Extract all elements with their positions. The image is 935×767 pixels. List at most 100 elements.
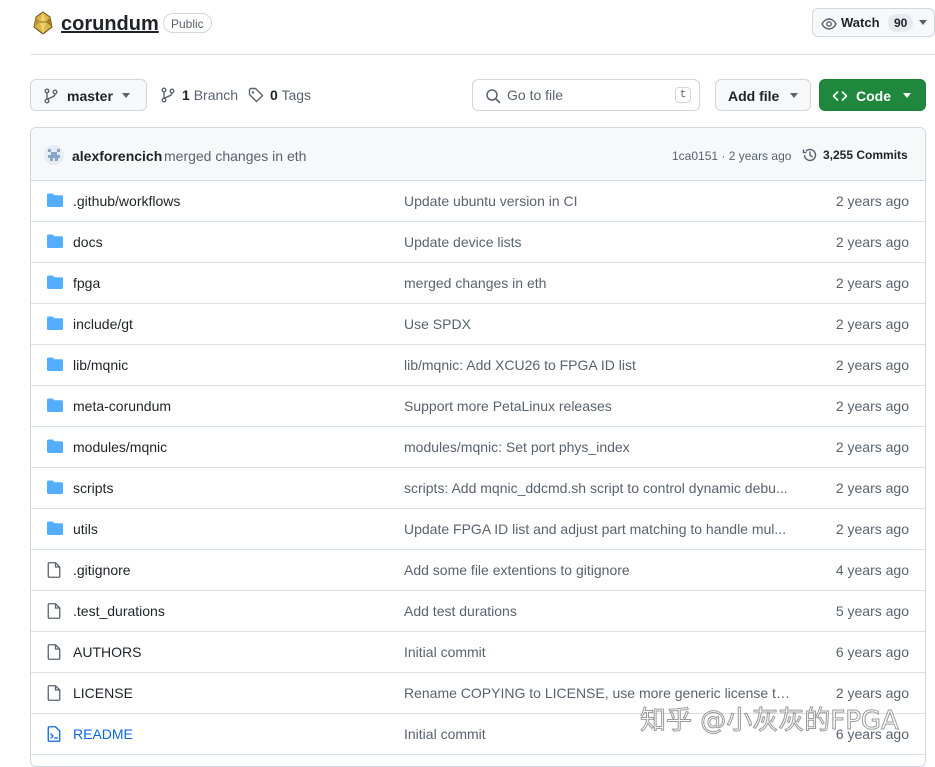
last-updated: 2 years ago <box>835 193 909 209</box>
commit-message-link[interactable]: lib/mqnic: Add XCU26 to FPGA ID list <box>404 357 636 374</box>
git-branch-icon <box>160 87 176 103</box>
file-row[interactable]: meta-corundum Support more PetaLinux rele… <box>31 386 925 427</box>
folder-icon <box>47 357 63 371</box>
last-updated: 5 years ago <box>835 603 909 619</box>
commit-author[interactable]: alexforencich <box>72 148 162 164</box>
last-updated: 2 years ago <box>835 275 909 291</box>
commit-message-link[interactable]: Update device lists <box>404 234 522 251</box>
code-label: Code <box>856 88 891 104</box>
last-updated: 2 years ago <box>835 439 909 455</box>
eye-icon <box>821 16 837 32</box>
tags-link[interactable]: 0 Tags <box>248 87 311 103</box>
watch-button[interactable]: Watch 90 <box>812 8 935 37</box>
folder-icon <box>47 521 63 535</box>
file-row[interactable]: AUTHORS Initial commit 6 years ago <box>31 632 925 673</box>
file-icon <box>47 562 61 578</box>
branch-name: master <box>67 88 113 104</box>
git-branch-icon <box>43 88 59 104</box>
branches-link[interactable]: 1 Branch <box>160 87 238 103</box>
file-row[interactable]: fpga merged changes in eth 2 years ago <box>31 263 925 304</box>
file-name-link[interactable]: scripts <box>73 480 113 497</box>
last-updated: 2 years ago <box>835 234 909 250</box>
repo-logo <box>31 11 55 35</box>
commit-message-link[interactable]: merged changes in eth <box>404 275 546 292</box>
commit-message-link[interactable]: Rename COPYING to LICENSE, use more gene… <box>404 685 791 702</box>
file-row[interactable]: .gitignore Add some file extentions to gi… <box>31 550 925 591</box>
history-icon <box>802 147 818 163</box>
file-name-link[interactable]: fpga <box>73 275 100 292</box>
chevron-down-icon <box>122 93 130 98</box>
file-icon <box>47 644 61 660</box>
file-row[interactable]: lib/mqnic lib/mqnic: Add XCU26 to FPGA ID… <box>31 345 925 386</box>
file-row[interactable]: scripts scripts: Add mqnic_ddcmd.sh scrip… <box>31 468 925 509</box>
visibility-badge: Public <box>163 13 212 33</box>
last-updated: 6 years ago <box>835 644 909 660</box>
commit-message-link[interactable]: Use SPDX <box>404 316 471 333</box>
folder-icon <box>47 439 63 453</box>
commit-message-link[interactable]: scripts: Add mqnic_ddcmd.sh script to co… <box>404 480 788 497</box>
branch-select-button[interactable]: master <box>30 79 147 111</box>
file-row[interactable]: docs Update device lists 2 years ago <box>31 222 925 263</box>
file-name-link[interactable]: .gitignore <box>73 562 131 579</box>
file-name-link[interactable]: include/gt <box>73 316 133 333</box>
file-row[interactable]: .test_durations Add test durations 5 years… <box>31 591 925 632</box>
last-updated: 2 years ago <box>835 357 909 373</box>
watermark: 知乎 @小灰灰的FPGA <box>640 706 900 737</box>
commit-message-link[interactable]: Initial commit <box>404 644 486 661</box>
chevron-down-icon <box>903 93 911 98</box>
commit-message-link[interactable]: Add test durations <box>404 603 517 620</box>
file-name-link[interactable]: README <box>73 726 133 743</box>
file-name-link[interactable]: meta-corundum <box>73 398 171 415</box>
search-icon <box>485 88 501 104</box>
last-updated: 2 years ago <box>835 685 909 701</box>
file-name-link[interactable]: modules/mqnic <box>73 439 167 456</box>
file-row[interactable]: utils Update FPGA ID list and adjust part… <box>31 509 925 550</box>
code-icon <box>832 88 848 104</box>
file-name-link[interactable]: .github/workflows <box>73 193 180 210</box>
commits-count: 3,255 Commits <box>823 148 908 162</box>
commit-message-link[interactable]: Support more PetaLinux releases <box>404 398 612 415</box>
tag-icon <box>248 87 264 103</box>
go-to-file-search[interactable]: t <box>472 79 700 111</box>
keyboard-shortcut-hint: t <box>675 87 691 103</box>
file-name-link[interactable]: .test_durations <box>73 603 165 620</box>
file-name-link[interactable]: utils <box>73 521 98 538</box>
commit-message-link[interactable]: Update FPGA ID list and adjust part matc… <box>404 521 786 538</box>
commit-message-link[interactable]: Initial commit <box>404 726 486 743</box>
tags-count: 0 <box>270 87 278 103</box>
branches-count: 1 <box>182 87 190 103</box>
file-name-link[interactable]: lib/mqnic <box>73 357 128 374</box>
file-row[interactable]: include/gt Use SPDX 2 years ago <box>31 304 925 345</box>
commit-hash-time[interactable]: 1ca0151 · 2 years ago <box>672 148 791 164</box>
add-file-button[interactable]: Add file <box>715 79 811 111</box>
last-updated: 2 years ago <box>835 521 909 537</box>
folder-icon <box>47 480 63 494</box>
readme-file-icon <box>47 726 61 742</box>
last-updated: 2 years ago <box>835 316 909 332</box>
repo-name[interactable]: corundum <box>61 11 159 37</box>
file-row[interactable]: modules/mqnic modules/mqnic: Set port phy… <box>31 427 925 468</box>
last-updated: 2 years ago <box>835 398 909 414</box>
go-to-file-input[interactable] <box>507 86 657 104</box>
file-name-link[interactable]: AUTHORS <box>73 644 141 661</box>
chevron-down-icon <box>790 93 798 98</box>
branches-label: Branch <box>193 87 239 103</box>
commit-message-link[interactable]: Add some file extentions to gitignore <box>404 562 630 579</box>
file-icon <box>47 603 61 619</box>
latest-commit-bar: alexforencich merged changes in eth 1ca0… <box>31 128 925 181</box>
header-divider <box>31 54 935 55</box>
folder-icon <box>47 275 63 289</box>
last-updated: 4 years ago <box>835 562 909 578</box>
avatar[interactable] <box>44 145 64 165</box>
file-row[interactable]: .github/workflows Update ubuntu version i… <box>31 181 925 222</box>
commit-message-link[interactable]: modules/mqnic: Set port phys_index <box>404 439 630 456</box>
code-button[interactable]: Code <box>819 79 926 111</box>
watch-label: Watch <box>841 15 880 30</box>
commit-message[interactable]: merged changes in eth <box>164 148 306 164</box>
commits-link[interactable]: 3,255 Commits <box>802 147 908 163</box>
commit-message-link[interactable]: Update ubuntu version in CI <box>404 193 578 210</box>
file-name-link[interactable]: docs <box>73 234 103 251</box>
folder-icon <box>47 398 63 412</box>
file-name-link[interactable]: LICENSE <box>73 685 133 702</box>
folder-icon <box>47 193 63 207</box>
